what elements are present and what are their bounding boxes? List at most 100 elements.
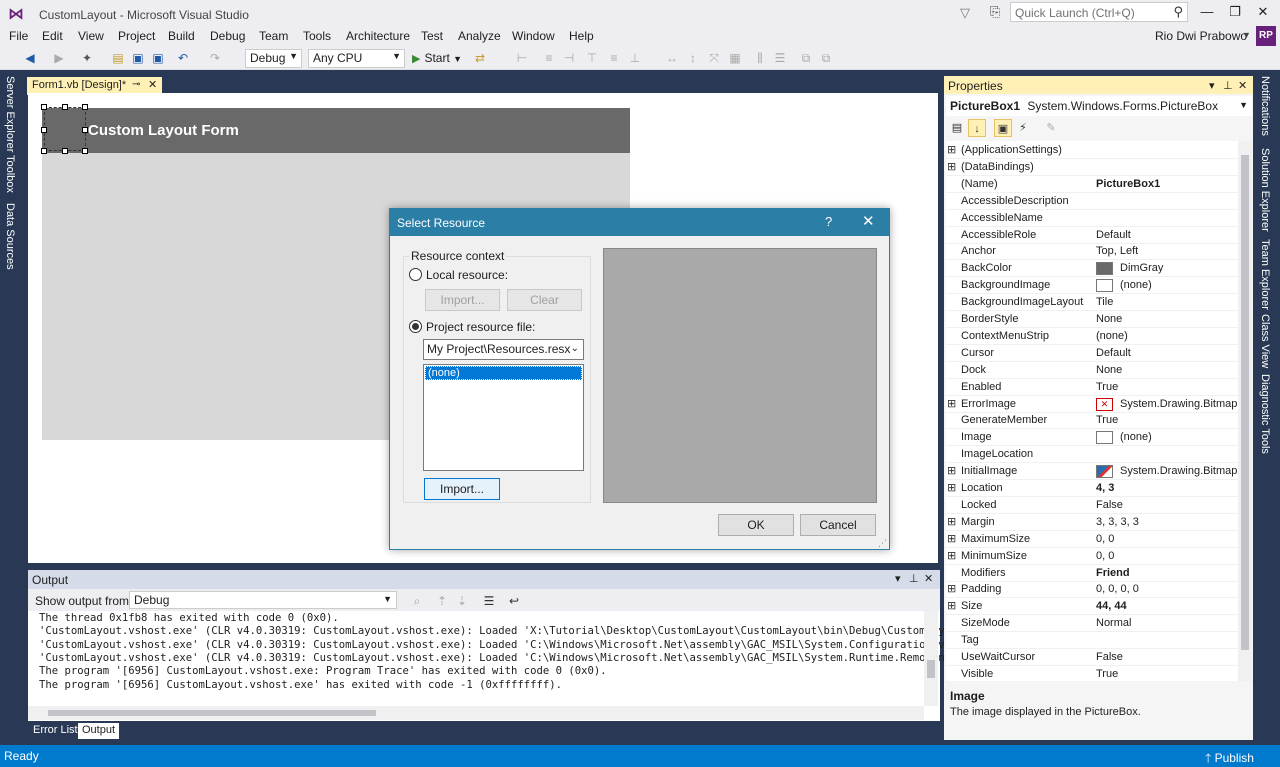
property-row[interactable]: ContextMenuStrip (none) [946,328,1238,345]
clear-all-icon[interactable]: ☰ [481,593,497,609]
property-value[interactable]: (none) [1120,279,1152,291]
property-row[interactable]: Image (none) [946,429,1238,447]
size-to-grid-icon[interactable]: ▦ [727,50,743,66]
find-message-icon[interactable]: ⌕ [409,593,425,609]
property-value[interactable]: 0, 0, 0, 0 [1096,583,1139,595]
output-vertical-scrollbar[interactable] [924,611,938,706]
property-value[interactable]: True [1096,668,1118,680]
property-row[interactable]: ⊞ MinimumSize 0, 0 [946,548,1238,565]
property-row[interactable]: AccessibleDescription [946,193,1238,210]
tab-notifications[interactable]: Notifications [1259,76,1271,136]
ok-button[interactable]: OK [718,514,794,536]
object-selector[interactable]: PictureBox1 System.Windows.Forms.Picture… [946,96,1252,116]
tab-diagnostic-tools[interactable]: Diagnostic Tools [1259,374,1271,454]
property-value[interactable]: True [1096,381,1118,393]
minimize-button[interactable]: — [1197,4,1217,22]
scrollbar-thumb[interactable] [1241,155,1249,650]
property-row[interactable]: Cursor Default [946,345,1238,362]
filter-icon[interactable]: ▽ [960,5,970,21]
events-icon[interactable]: ⚡ [1014,119,1032,137]
align-bottoms-icon[interactable]: ⊥ [627,50,643,66]
resource-list[interactable] [423,364,584,471]
property-row[interactable]: ImageLocation [946,446,1238,464]
expand-icon[interactable]: ⊞ [947,160,956,173]
property-value[interactable]: (none) [1096,330,1128,342]
property-value[interactable]: 44, 44 [1096,600,1127,612]
resize-handle[interactable] [62,148,68,154]
expand-icon[interactable]: ⊞ [947,143,956,156]
redo-icon[interactable]: ↷ [207,50,223,66]
resize-handle[interactable] [41,148,47,154]
property-value[interactable]: System.Drawing.Bitmap [1120,398,1237,410]
scrollbar-thumb[interactable] [927,660,935,678]
property-value[interactable]: Default [1096,347,1131,359]
alphabetical-icon[interactable]: ↓ [968,119,986,137]
local-resource-radio[interactable] [409,268,422,281]
back-icon[interactable]: ◀ [22,50,38,66]
pin-icon[interactable]: ⊸ [132,79,140,90]
categorized-icon[interactable]: ▤ [948,119,966,137]
tab-server-explorer[interactable]: Server Explorer [4,76,16,152]
horizontal-spacing-icon[interactable]: ⫼ [752,50,768,66]
expand-icon[interactable]: ⊞ [947,532,956,545]
property-value[interactable]: None [1096,313,1122,325]
property-row[interactable]: ⊞ Location 4, 3 [946,480,1238,497]
property-grid[interactable]: ⊞ (ApplicationSettings) ⊞ (DataBindings) (Na… [946,141,1238,681]
user-name[interactable]: Rio Dwi Prabowo [1155,29,1247,43]
property-row[interactable]: Dock None [946,362,1238,379]
close-icon[interactable]: ✕ [1238,79,1247,92]
expand-icon[interactable]: ⊞ [947,397,956,410]
property-row[interactable]: SizeMode Normal [946,615,1238,633]
property-value[interactable]: 0, 0 [1096,550,1114,562]
import-button[interactable]: Import... [424,478,500,500]
property-row[interactable]: BorderStyle None [946,311,1238,328]
align-middles-icon[interactable]: ≡ [606,50,622,66]
list-item[interactable]: (none) [425,366,582,380]
scrollbar-thumb[interactable] [48,710,376,716]
cancel-button[interactable]: Cancel [800,514,876,536]
property-row[interactable]: ⊞ (DataBindings) [946,159,1238,176]
save-all-icon[interactable]: ▣ [150,50,166,66]
property-value[interactable]: Tile [1096,296,1113,308]
resize-handle[interactable] [41,127,47,133]
go-to-next-icon[interactable]: ⇣ [454,593,470,609]
property-row[interactable]: ⊞ Size 44, 44 [946,598,1238,616]
local-resource-label[interactable]: Local resource: [426,268,508,282]
expand-icon[interactable]: ⊞ [947,582,956,595]
property-value[interactable]: False [1096,499,1123,511]
resize-handle[interactable] [62,104,68,110]
property-value[interactable]: None [1096,364,1122,376]
close-window-button[interactable]: ✕ [1253,4,1273,22]
property-value[interactable]: DimGray [1120,262,1163,274]
resize-handle[interactable] [82,104,88,110]
expand-icon[interactable]: ⊞ [947,464,956,477]
quick-launch-input[interactable]: Quick Launch (Ctrl+Q) ⚲ [1010,2,1188,22]
property-row[interactable]: BackColor DimGray [946,260,1238,278]
pin-icon[interactable]: ⊥ [1223,79,1233,92]
tab-output[interactable]: Output [78,723,120,739]
resource-file-select[interactable]: My Project\Resources.resx ⌄ [423,339,584,360]
property-row[interactable]: Enabled True [946,379,1238,396]
property-row[interactable]: ⊞ (ApplicationSettings) [946,142,1238,159]
undo-icon[interactable]: ↶ [175,50,191,66]
property-row[interactable]: ⊞ ErrorImage ✕ System.Drawing.Bitmap [946,396,1238,413]
resize-handle[interactable] [82,148,88,154]
restore-button[interactable]: ❐ [1225,4,1245,22]
platform-select[interactable]: Any CPU ▼ [308,49,405,68]
clear-button[interactable]: Clear [507,289,582,311]
align-centers-icon[interactable]: ≡ [541,50,557,66]
property-value[interactable]: 0, 0 [1096,533,1114,545]
help-icon[interactable]: ? [825,214,832,229]
property-value[interactable]: (none) [1120,431,1152,443]
configuration-select[interactable]: Debug ▼ [245,49,302,68]
menu-project[interactable]: Project [118,29,155,43]
attach-icon[interactable]: ⇄ [472,50,488,66]
menu-debug[interactable]: Debug [210,29,245,43]
save-icon[interactable]: ▣ [130,50,146,66]
property-value[interactable]: System.Drawing.Bitmap [1120,465,1237,477]
property-row[interactable]: Tag [946,632,1238,650]
property-row[interactable]: ⊞ Padding 0, 0, 0, 0 [946,581,1238,599]
expand-icon[interactable]: ⊞ [947,549,956,562]
property-value[interactable]: PictureBox1 [1096,178,1160,190]
menu-build[interactable]: Build [168,29,195,43]
